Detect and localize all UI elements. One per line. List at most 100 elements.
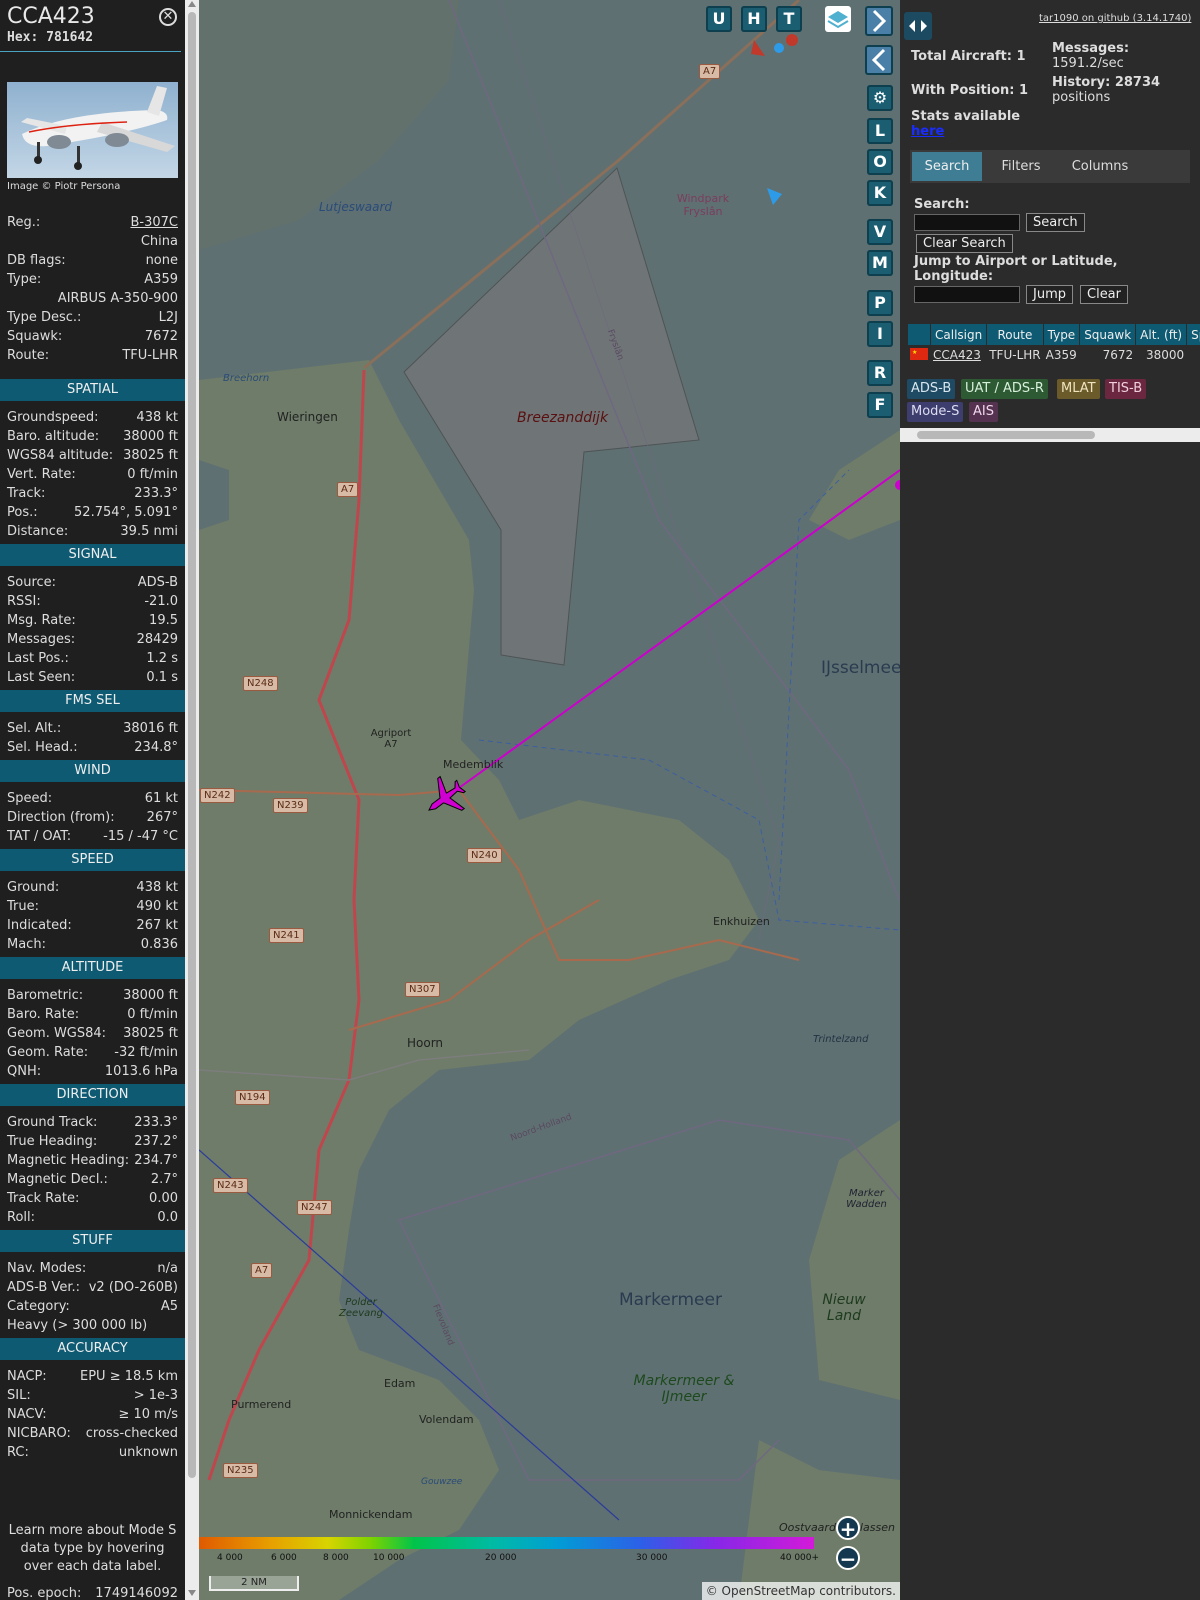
map-button-l[interactable]: L (867, 118, 893, 144)
tab-columns[interactable]: Columns (1060, 152, 1140, 181)
registration-link[interactable]: B-307C (131, 213, 179, 232)
road-label: N247 (297, 1200, 332, 1215)
label-trintelzand: Trintelzand (813, 1034, 869, 1045)
map-view[interactable]: Lutjeswaard Windpark Fryslân Breezanddij… (199, 0, 900, 1600)
road-label: N307 (405, 982, 440, 997)
map-button-k[interactable]: K (867, 180, 893, 206)
col-type[interactable]: Type (1043, 324, 1080, 345)
map-button-f[interactable]: F (867, 392, 893, 418)
info-row: Magnetic Heading: 234.7° (0, 1151, 185, 1170)
map-button-p[interactable]: P (867, 290, 893, 316)
tab-search[interactable]: Search (912, 152, 982, 181)
colorbar-tick: 4 000 (217, 1553, 243, 1563)
stats-link[interactable]: here (911, 124, 944, 139)
badge-tisb[interactable]: TIS-B (1105, 379, 1147, 399)
info-value: 438 kt (136, 880, 178, 895)
aircraft-photo[interactable] (7, 82, 178, 178)
table-row[interactable]: ★ CCA423 TFU-LHR A359 7672 38000 (908, 346, 1200, 364)
info-value: AIRBUS A-350-900 (57, 291, 178, 306)
info-value: L2J (158, 310, 178, 325)
with-position: With Position: 1 (911, 83, 1028, 98)
zoom-in-icon[interactable]: + (836, 1516, 860, 1540)
info-row: Direction (from): 267° (0, 808, 185, 827)
road-label: N241 (269, 928, 304, 943)
info-row: Indicated: 267 kt (0, 916, 185, 935)
badge-ais[interactable]: AIS (969, 402, 998, 422)
tab-filters[interactable]: Filters (986, 152, 1056, 181)
row-type: A359 (1045, 348, 1077, 362)
col-altitude[interactable]: Alt. (ft) (1136, 324, 1187, 345)
settings-gear-icon[interactable]: ⚙ (867, 85, 893, 111)
col-squawk[interactable]: Squawk (1080, 324, 1136, 345)
stats-available: Stats available here (911, 109, 1020, 139)
map-button-m[interactable]: M (867, 250, 893, 276)
info-value: EPU ≥ 18.5 km (80, 1369, 178, 1384)
info-value: 438 kt (136, 410, 178, 425)
toggle-sidebar-icon[interactable] (904, 12, 932, 40)
col-route[interactable]: Route (987, 324, 1043, 345)
info-label: True: (7, 899, 39, 914)
scroll-down-arrow-icon[interactable] (188, 1590, 196, 1596)
badge-adsb[interactable]: ADS-B (907, 379, 956, 399)
clear-button[interactable]: Clear (1080, 285, 1128, 304)
badge-modes[interactable]: Mode-S (907, 402, 964, 422)
jump-label: Jump to Airport or Latitude, Longitude: (914, 254, 1118, 284)
section-header-accuracy: ACCURACY (0, 1338, 185, 1360)
info-value: 38000 ft (123, 429, 178, 444)
scrollbar-thumb[interactable] (917, 431, 1095, 439)
info-label: Sel. Alt.: (7, 721, 62, 736)
col-speed[interactable]: Sp (1187, 324, 1200, 345)
map-button-v[interactable]: V (867, 219, 893, 245)
map-button-t[interactable]: T (776, 6, 802, 32)
info-row: Groundspeed: 438 kt (0, 408, 185, 427)
info-label: DB flags: (7, 253, 66, 268)
photo-credit: Image © Piotr Persona (7, 181, 121, 192)
collapse-left-icon[interactable] (865, 45, 893, 75)
table-header-row: Callsign Route Type Squawk Alt. (ft) Sp (908, 324, 1200, 345)
table-horizontal-scrollbar[interactable] (900, 428, 1200, 442)
info-value: -21.0 (144, 594, 178, 609)
colorbar-tick: 40 000+ (780, 1553, 820, 1563)
info-value: 52.754°, 5.091° (74, 505, 178, 520)
jump-button[interactable]: Jump (1026, 285, 1073, 304)
map-button-h[interactable]: H (741, 6, 767, 32)
info-value: 7672 (144, 329, 178, 344)
zoom-out-icon[interactable]: − (836, 1546, 860, 1570)
total-aircraft: Total Aircraft: 1 (911, 49, 1026, 64)
col-flag[interactable] (908, 324, 930, 345)
row-squawk: 7672 (1102, 348, 1134, 362)
clear-search-button[interactable]: Clear Search (916, 234, 1013, 253)
badge-mlat[interactable]: MLAT (1057, 379, 1100, 399)
map-button-i[interactable]: I (867, 321, 893, 347)
expand-right-icon[interactable] (865, 6, 893, 36)
info-row: Type Desc.: L2J (0, 308, 185, 327)
github-link[interactable]: tar1090 on github (3.14.1740) (1039, 13, 1191, 24)
map-attribution[interactable]: © OpenStreetMap contributors. (701, 1582, 900, 1600)
colorbar-tick: 6 000 (271, 1553, 297, 1563)
info-row: NACV: ≥ 10 m/s (0, 1405, 185, 1424)
row-callsign[interactable]: CCA423 (931, 346, 986, 364)
close-icon[interactable]: ✕ (159, 8, 177, 26)
map-button-o[interactable]: O (867, 149, 893, 175)
scroll-up-arrow-icon[interactable] (188, 1, 196, 7)
info-label: Distance: (7, 524, 69, 539)
search-button[interactable]: Search (1026, 213, 1085, 232)
col-callsign[interactable]: Callsign (931, 324, 987, 345)
info-label: Category: (7, 1299, 70, 1314)
info-row: True: 490 kt (0, 897, 185, 916)
map-button-r[interactable]: R (867, 360, 893, 386)
badge-uat-adsr[interactable]: UAT / ADS-R (961, 379, 1048, 399)
info-value: 234.8° (134, 740, 178, 755)
jump-input[interactable] (914, 286, 1020, 303)
info-row: Geom. Rate: -32 ft/min (0, 1043, 185, 1062)
left-panel-scrollbar[interactable] (185, 0, 199, 1600)
info-row: Heavy (> 300 000 lb) (0, 1316, 185, 1335)
search-input[interactable] (914, 214, 1020, 231)
scrollbar-thumb[interactable] (188, 12, 196, 1478)
layers-icon[interactable] (825, 6, 851, 32)
info-value: -32 ft/min (114, 1045, 178, 1060)
map-button-u[interactable]: U (706, 6, 732, 32)
label-edam: Edam (384, 1377, 416, 1390)
pos-epoch-value: 1749146092 (95, 1586, 178, 1600)
with-position-text: With Position: 1 (911, 83, 1029, 98)
